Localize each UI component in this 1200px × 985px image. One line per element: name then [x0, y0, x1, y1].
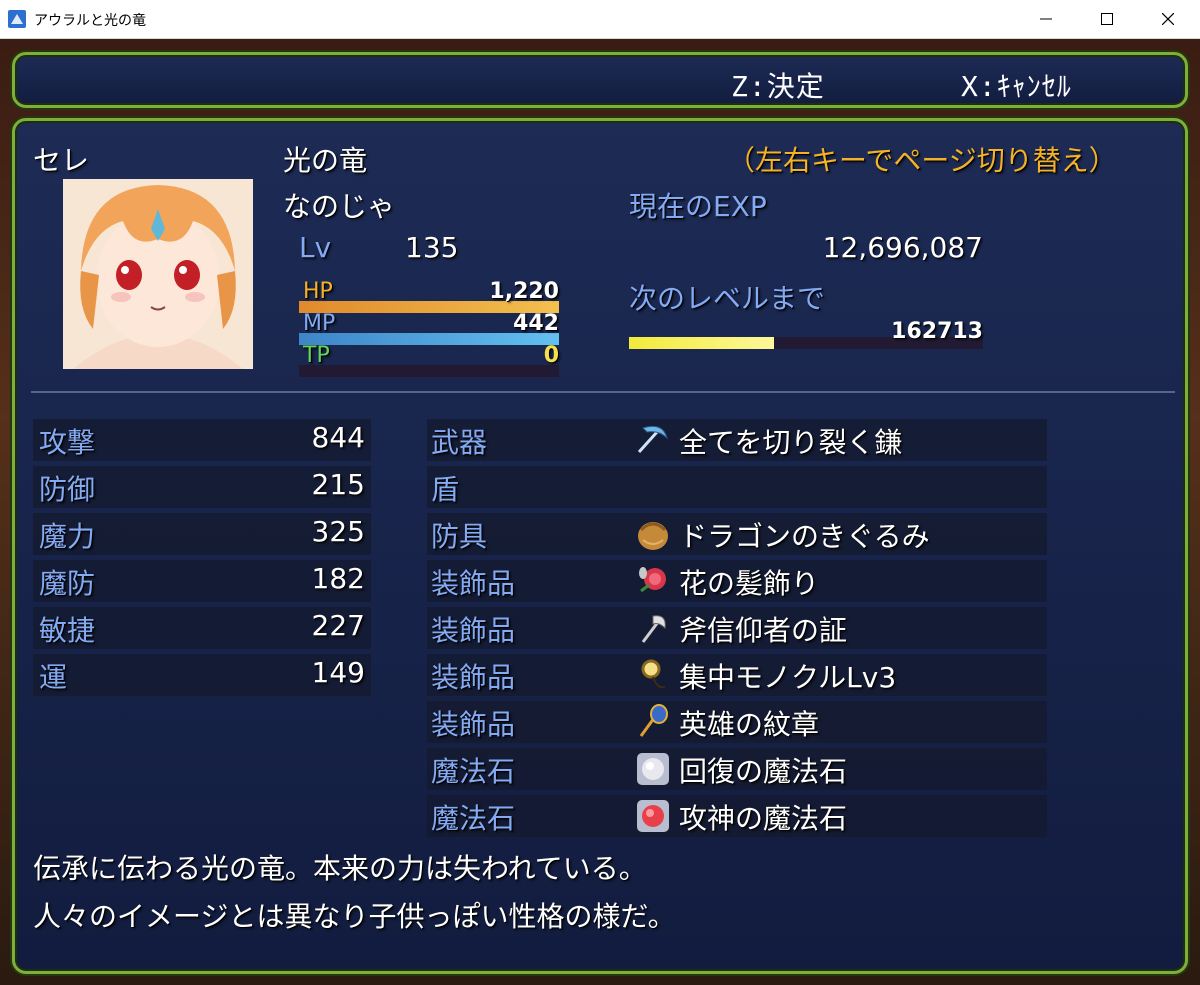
page-switch-hint: （左右キーでページ切り替え）: [727, 144, 1117, 177]
app-icon: [8, 10, 26, 28]
description-line-2: 人々のイメージとは異なり子供っぽい性格の様だ。: [33, 900, 676, 933]
actor-class: 光の竜: [283, 144, 368, 177]
tp-label: TP: [303, 343, 330, 368]
minimize-button[interactable]: [1016, 0, 1076, 38]
equipment-item-name: 回復の魔法石: [679, 755, 848, 788]
scythe-icon: [637, 425, 668, 454]
actor-nickname: なのじゃ: [283, 190, 396, 223]
equipment-item-name: 英雄の紋章: [679, 708, 820, 741]
current-exp-value: 12,696,087: [822, 231, 983, 264]
equipment-row[interactable]: [427, 466, 1047, 508]
parameter-label: 魔防: [39, 567, 96, 600]
monocle-icon: [641, 659, 666, 689]
white-orb-icon: [637, 753, 669, 785]
actor-name: セレ: [33, 144, 90, 177]
equipment-slot-label: 装飾品: [431, 661, 516, 694]
maximize-button[interactable]: [1077, 0, 1137, 38]
window-title: アウラルと光の竜: [34, 13, 146, 29]
axe-icon: [641, 615, 666, 643]
level-label: Lv: [299, 231, 332, 264]
current-exp-label: 現在のEXP: [629, 190, 767, 223]
parameter-value: 844: [311, 421, 365, 454]
equipment-slot-label: 装飾品: [431, 614, 516, 647]
equipment-item-name: 斧信仰者の証: [679, 614, 848, 647]
tp-value: 0: [543, 343, 559, 368]
parameter-value: 227: [311, 609, 365, 642]
confirm-hint: Z:決定: [731, 70, 825, 103]
equipment-slot-label: 装飾品: [431, 567, 516, 600]
parameter-value: 215: [311, 468, 365, 501]
maximize-icon: [1101, 13, 1113, 25]
mp-value: 442: [513, 311, 559, 336]
parameter-value: 182: [311, 562, 365, 595]
parameter-label: 運: [39, 661, 68, 694]
cancel-hint: X:ｷｬﾝｾﾙ: [961, 70, 1072, 103]
next-level-label: 次のレベルまで: [629, 282, 826, 315]
actor-face: [63, 179, 253, 369]
parameter-label: 魔力: [39, 520, 96, 553]
equipment-item-name: 花の髪飾り: [679, 567, 820, 600]
title-bar: アウラルと光の竜: [0, 0, 1200, 39]
equipment-slot-label: 魔法石: [431, 755, 516, 788]
section-divider: [31, 391, 1175, 393]
description-line-1: 伝承に伝わる光の竜。本来の力は失われている。: [33, 852, 647, 885]
next-level-value: 162713: [891, 319, 983, 344]
equipment-slot-label: 武器: [431, 426, 488, 459]
fur-costume-icon: [638, 522, 668, 550]
parameter-value: 325: [311, 515, 365, 548]
status-window: セレ 光の竜 なのじゃ Lv 135 HP 1,220 MP 442 TP 0 …: [12, 118, 1188, 974]
hp-label: HP: [303, 279, 333, 304]
equipment-slot-label: 魔法石: [431, 802, 516, 835]
equipment-item-name: 集中モノクルLv3: [679, 661, 897, 694]
rose-icon: [639, 567, 666, 593]
equipment-slot-label: 防具: [431, 520, 488, 553]
equipment-slot-label: 装飾品: [431, 708, 516, 741]
parameter-label: 敏捷: [39, 614, 96, 647]
equipment-item-name: 攻神の魔法石: [679, 802, 848, 835]
help-window: Z:決定 X:ｷｬﾝｾﾙ: [12, 52, 1188, 108]
equipment-item-name: ドラゴンのきぐるみ: [679, 520, 930, 553]
minimize-icon: [1040, 18, 1052, 20]
close-icon: [1162, 13, 1174, 25]
equipment-item-name: 全てを切り裂く鎌: [679, 426, 903, 459]
hp-value: 1,220: [489, 279, 559, 304]
exp-gauge-fill: [629, 337, 775, 349]
level-value: 135: [405, 231, 459, 264]
parameter-value: 149: [311, 656, 365, 689]
parameter-label: 防御: [39, 473, 96, 506]
emblem-icon: [639, 704, 668, 737]
equipment-slot-label: 盾: [431, 473, 460, 506]
red-orb-icon: [637, 800, 669, 832]
close-button[interactable]: [1138, 0, 1198, 38]
parameter-label: 攻撃: [39, 426, 96, 459]
mp-label: MP: [303, 311, 336, 336]
